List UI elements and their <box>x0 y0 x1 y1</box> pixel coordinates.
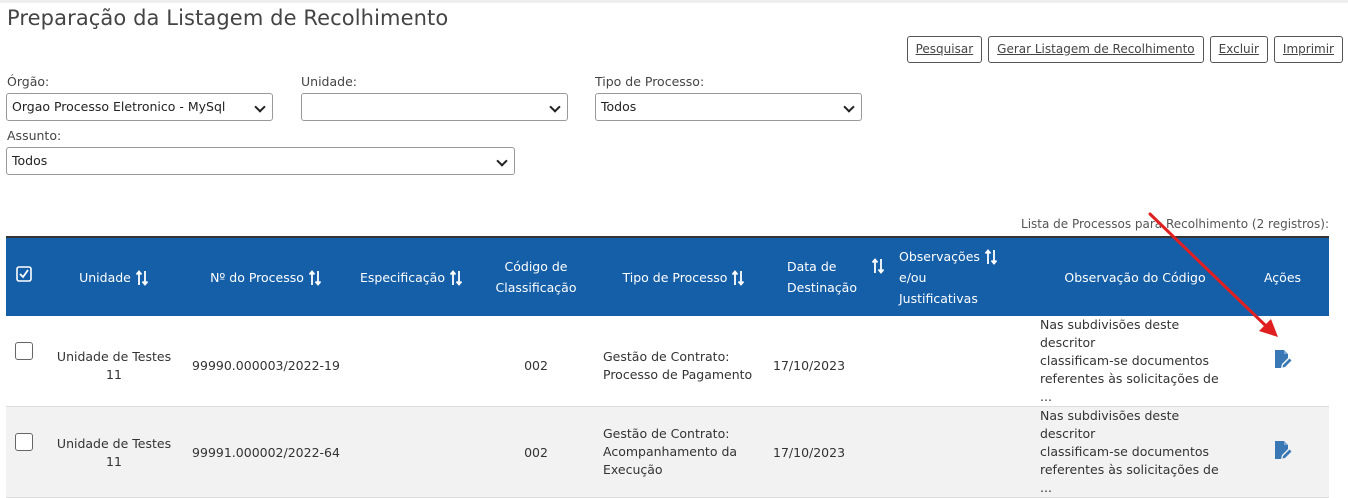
col-tipo[interactable]: Tipo de Processo <box>595 237 773 316</box>
cell-tipo-line-1: Gestão de Contrato: <box>603 349 730 364</box>
search-button[interactable]: Pesquisar <box>906 36 983 63</box>
row-checkbox[interactable] <box>15 432 33 451</box>
sort-arrows-icon[interactable] <box>135 270 149 286</box>
cell-obs-codigo-line-2: classificam-se documentos <box>1040 353 1210 368</box>
cell-obs-codigo-line-3: referentes às solicitações de ... <box>1040 371 1219 404</box>
sort-arrows-icon[interactable] <box>984 249 998 265</box>
cell-numero[interactable]: 99990.000003/2022-19 <box>186 316 346 407</box>
assunto-select[interactable]: Todos <box>6 147 515 175</box>
orgao-label: Órgão: <box>7 74 50 89</box>
cell-tipo-line-2: Acompanhamento da <box>603 444 738 459</box>
chevron-down-icon <box>843 101 855 113</box>
tipo-processo-select-value: Todos <box>601 99 637 114</box>
generate-listing-button[interactable]: Gerar Listagem de Recolhimento <box>988 36 1204 63</box>
col-acoes: Ações <box>1236 237 1329 316</box>
cell-especificacao <box>346 406 477 498</box>
col-especificacao[interactable]: Especificação <box>346 237 477 316</box>
sort-arrows-icon[interactable] <box>731 270 745 286</box>
col-numero[interactable]: Nº do Processo <box>186 237 346 316</box>
cell-tipo: Gestão de Contrato: Processo de Pagament… <box>595 316 773 407</box>
cell-data: 17/10/2023 <box>773 406 891 498</box>
assunto-select-value: Todos <box>12 153 48 168</box>
col-obs-codigo-label: Observação do Código <box>1064 269 1206 285</box>
row-select-cell <box>6 406 42 498</box>
col-unidade[interactable]: Unidade <box>42 237 186 316</box>
chevron-down-icon <box>496 155 508 167</box>
cell-codigo: 002 <box>477 406 595 498</box>
cell-acoes <box>1236 406 1329 498</box>
top-border <box>0 0 1348 3</box>
cell-especificacao <box>346 316 477 407</box>
table-caption: Lista de Processos para Recolhimento (2 … <box>1021 217 1329 231</box>
cell-observacoes <box>891 406 1034 498</box>
sort-arrows-icon[interactable] <box>871 258 885 274</box>
col-codigo-label-1: Código de <box>504 259 568 274</box>
col-unidade-label: Unidade <box>79 269 131 285</box>
cell-numero[interactable]: 99991.000002/2022-64 <box>186 406 346 498</box>
unidade-select[interactable] <box>301 93 568 121</box>
table-row: Unidade de Testes 11 99990.000003/2022-1… <box>6 316 1329 407</box>
col-tipo-label: Tipo de Processo <box>622 269 728 285</box>
row-select-cell <box>6 316 42 407</box>
cell-obs-codigo-line-1: Nas subdivisões deste descritor <box>1040 317 1180 350</box>
print-button[interactable]: Imprimir <box>1273 36 1343 63</box>
cell-unidade: Unidade de Testes 11 <box>42 406 186 498</box>
col-data-label-1: Data de <box>787 259 837 274</box>
sort-arrows-icon[interactable] <box>308 270 322 286</box>
cell-tipo: Gestão de Contrato: Acompanhamento da Ex… <box>595 406 773 498</box>
cell-obs-codigo: Nas subdivisões deste descritor classifi… <box>1034 316 1236 407</box>
tipo-processo-select[interactable]: Todos <box>595 93 862 121</box>
table-header-row: Unidade Nº do Processo Especificação Cód… <box>6 237 1329 316</box>
orgao-select[interactable]: Orgao Processo Eletronico - MySql <box>6 93 273 121</box>
cell-codigo: 002 <box>477 316 595 407</box>
cell-tipo-line-1: Gestão de Contrato: <box>603 426 730 441</box>
col-numero-label: Nº do Processo <box>210 269 304 285</box>
delete-button[interactable]: Excluir <box>1209 36 1268 63</box>
sort-arrows-icon[interactable] <box>449 270 463 286</box>
edit-document-icon[interactable] <box>1274 440 1292 465</box>
cell-obs-codigo-line-2: classificam-se documentos <box>1040 444 1210 459</box>
cell-data: 17/10/2023 <box>773 316 891 407</box>
row-checkbox[interactable] <box>15 341 33 360</box>
page-title: Preparação da Listagem de Recolhimento <box>7 6 449 30</box>
col-observacoes[interactable]: Observações e/ou Justificativas <box>891 237 1034 316</box>
col-obs-label-2: e/ou <box>899 269 927 285</box>
chevron-down-icon <box>254 101 266 113</box>
edit-document-icon[interactable] <box>1274 349 1292 374</box>
cell-obs-codigo-line-3: referentes às solicitações de ... <box>1040 462 1219 495</box>
tipo-processo-label: Tipo de Processo: <box>595 74 705 89</box>
col-codigo: Código de Classificação <box>477 237 595 316</box>
toolbar: Pesquisar Gerar Listagem de Recolhimento… <box>906 36 1343 63</box>
cell-obs-codigo-line-1: Nas subdivisões deste descritor <box>1040 408 1180 441</box>
cell-tipo-line-2: Processo de Pagamento <box>603 367 753 382</box>
cell-tipo-line-3: Execução <box>603 462 663 477</box>
cell-observacoes <box>891 316 1034 407</box>
col-obs-label-3: Justificativas <box>899 290 978 306</box>
col-obs-codigo: Observação do Código <box>1034 237 1236 316</box>
select-all-header[interactable] <box>6 237 42 316</box>
cell-acoes <box>1236 316 1329 407</box>
unidade-label: Unidade: <box>301 74 357 89</box>
orgao-select-value: Orgao Processo Eletronico - MySql <box>12 99 226 114</box>
col-data-label-2: Destinação <box>787 280 857 295</box>
table-row: Unidade de Testes 11 99991.000002/2022-6… <box>6 406 1329 498</box>
cell-obs-codigo: Nas subdivisões deste descritor classifi… <box>1034 406 1236 498</box>
cell-unidade: Unidade de Testes 11 <box>42 316 186 407</box>
chevron-down-icon <box>549 101 561 113</box>
processes-table: Unidade Nº do Processo Especificação Cód… <box>6 236 1329 498</box>
checkbox-check-icon[interactable] <box>16 266 32 288</box>
col-codigo-label-2: Classificação <box>495 280 577 295</box>
col-especificacao-label: Especificação <box>360 269 445 285</box>
col-acoes-label: Ações <box>1263 269 1302 285</box>
col-data[interactable]: Data de Destinação <box>773 237 891 316</box>
col-obs-label-1: Observações <box>899 248 980 264</box>
assunto-label: Assunto: <box>7 128 62 143</box>
